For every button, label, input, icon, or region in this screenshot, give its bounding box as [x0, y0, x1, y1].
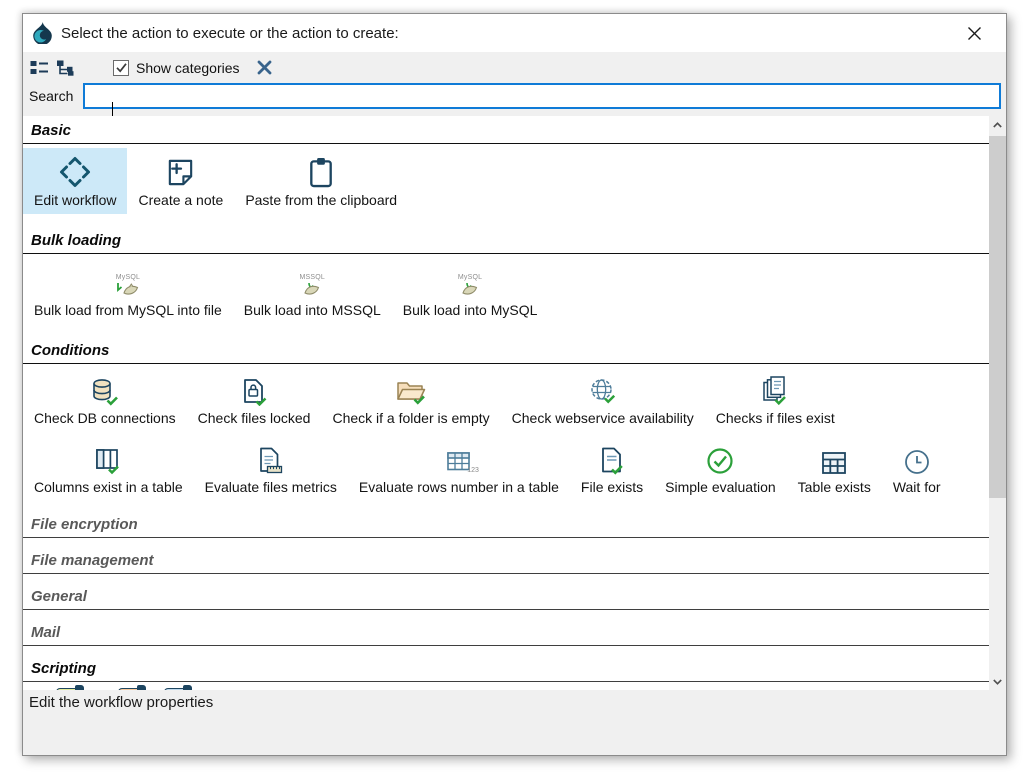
action-item-columns-exist[interactable]: Columns exist in a table — [23, 437, 194, 501]
list-view-icon[interactable] — [27, 56, 51, 80]
category-header[interactable]: Basic — [23, 121, 989, 144]
action-item-paste-clipboard[interactable]: Paste from the clipboard — [234, 148, 408, 214]
action-item-bulk-mysql-file[interactable]: MySQL Bulk load from MySQL into file — [23, 258, 233, 324]
mssql-bulk-in-icon: MSSQL — [300, 264, 326, 298]
action-item-bulk-into-mssql[interactable]: MSSQL Bulk load into MSSQL — [233, 258, 392, 324]
category-file-encryption: File encryption — [23, 515, 989, 538]
action-item-check-files-locked[interactable]: Check files locked — [187, 368, 322, 432]
checkmark-icon — [116, 63, 127, 73]
table-rows-count-icon: 123 — [446, 443, 472, 475]
status-text: Edit the workflow properties — [29, 694, 213, 711]
action-item-check-webservice[interactable]: Check webservice availability — [501, 368, 705, 432]
action-select-dialog: Select the action to execute or the acti… — [22, 13, 1007, 756]
db-check-icon — [91, 374, 118, 406]
category-header[interactable]: Conditions — [23, 341, 989, 364]
checkbox-box — [113, 60, 129, 76]
status-bar: Edit the workflow properties — [23, 690, 1006, 755]
simple-evaluation-icon — [706, 443, 734, 475]
file-lock-check-icon — [242, 374, 267, 406]
close-button[interactable] — [964, 23, 984, 43]
action-item-file-exists[interactable]: File exists — [570, 437, 654, 501]
scroll-down-button[interactable] — [989, 673, 1006, 690]
search-input[interactable] — [83, 83, 1001, 109]
hop-logo-icon — [33, 22, 52, 44]
title-bar: Select the action to execute or the acti… — [23, 14, 1006, 52]
action-item-checks-files-exist[interactable]: Checks if files exist — [705, 368, 846, 432]
action-item-edit-workflow[interactable]: Edit workflow — [23, 148, 127, 214]
category-basic: Basic Edit workflow — [23, 121, 989, 215]
action-item-evaluate-files-metrics[interactable]: Evaluate files metrics — [194, 437, 348, 501]
category-file-management: File management — [23, 551, 989, 574]
action-item-create-note[interactable]: Create a note — [127, 148, 234, 214]
action-item-wait-for[interactable]: Wait for — [882, 437, 952, 501]
mysql-bulk-in-icon: MySQL — [458, 264, 482, 298]
category-header[interactable]: Mail — [23, 623, 989, 646]
create-note-icon — [165, 154, 196, 188]
vertical-scrollbar[interactable] — [989, 116, 1006, 690]
dialog-title: Select the action to execute or the acti… — [61, 25, 399, 42]
category-header[interactable]: Scripting — [23, 659, 989, 682]
clear-filter-icon[interactable] — [256, 59, 273, 76]
tree-view-icon[interactable] — [53, 56, 77, 80]
action-item-simple-evaluation[interactable]: Simple evaluation — [654, 437, 787, 501]
category-header[interactable]: General — [23, 587, 989, 610]
action-item-table-exists[interactable]: Table exists — [787, 437, 882, 501]
category-header[interactable]: File encryption — [23, 515, 989, 538]
action-list: Basic Edit workflow — [23, 116, 1006, 690]
chevron-up-icon — [993, 122, 1002, 128]
close-icon — [966, 25, 983, 42]
action-item-check-folder-empty[interactable]: Check if a folder is empty — [321, 368, 500, 432]
columns-exist-icon — [95, 443, 122, 475]
search-row: Search — [23, 83, 1006, 116]
category-bulk-loading: Bulk loading MySQL Bulk load from MySQL … — [23, 231, 989, 325]
webservice-check-icon — [589, 374, 617, 406]
file-metrics-icon — [258, 443, 283, 475]
scrollbar-thumb[interactable] — [989, 136, 1006, 498]
action-item-evaluate-rows-number[interactable]: 123 Evaluate rows number in a table — [348, 437, 570, 501]
folder-check-icon — [396, 374, 427, 406]
show-categories-label: Show categories — [136, 60, 240, 76]
file-exists-icon — [600, 443, 625, 475]
search-label: Search — [29, 88, 83, 104]
scroll-up-button[interactable] — [989, 116, 1006, 133]
action-item-check-db-connections[interactable]: Check DB connections — [23, 368, 187, 432]
category-general: General — [23, 587, 989, 610]
action-item-bulk-into-mysql[interactable]: MySQL Bulk load into MySQL — [392, 258, 549, 324]
paste-clipboard-icon — [307, 154, 335, 188]
category-header[interactable]: File management — [23, 551, 989, 574]
category-scripting: Scripting JS > SQL — [23, 659, 989, 690]
files-exist-check-icon — [762, 374, 789, 406]
edit-workflow-icon — [59, 154, 91, 188]
wait-clock-icon — [904, 443, 930, 475]
category-mail: Mail — [23, 623, 989, 646]
category-header[interactable]: Bulk loading — [23, 231, 989, 254]
category-conditions: Conditions Check DB connections — [23, 341, 989, 502]
show-categories-checkbox[interactable]: Show categories — [113, 60, 240, 76]
toolbar: Show categories — [23, 52, 1006, 83]
table-exists-icon — [821, 443, 847, 475]
chevron-down-icon — [993, 679, 1002, 685]
mysql-bulk-out-icon: MySQL — [116, 264, 140, 298]
